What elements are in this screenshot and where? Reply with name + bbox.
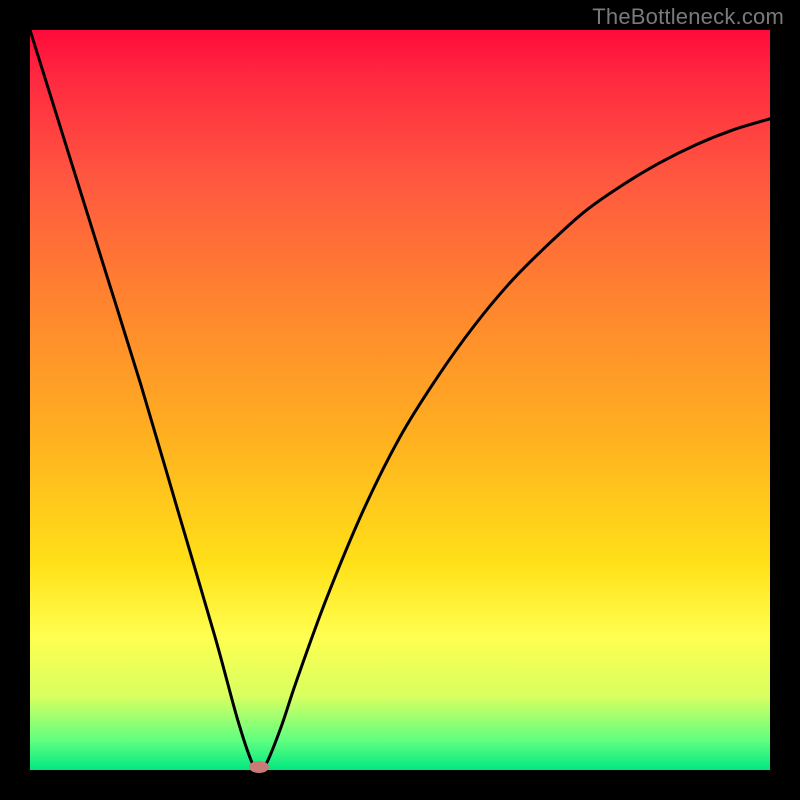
bottleneck-curve (30, 30, 770, 770)
watermark-text: TheBottleneck.com (592, 4, 784, 30)
minimum-marker (249, 761, 269, 773)
plot-area (30, 30, 770, 770)
chart-frame: TheBottleneck.com (0, 0, 800, 800)
